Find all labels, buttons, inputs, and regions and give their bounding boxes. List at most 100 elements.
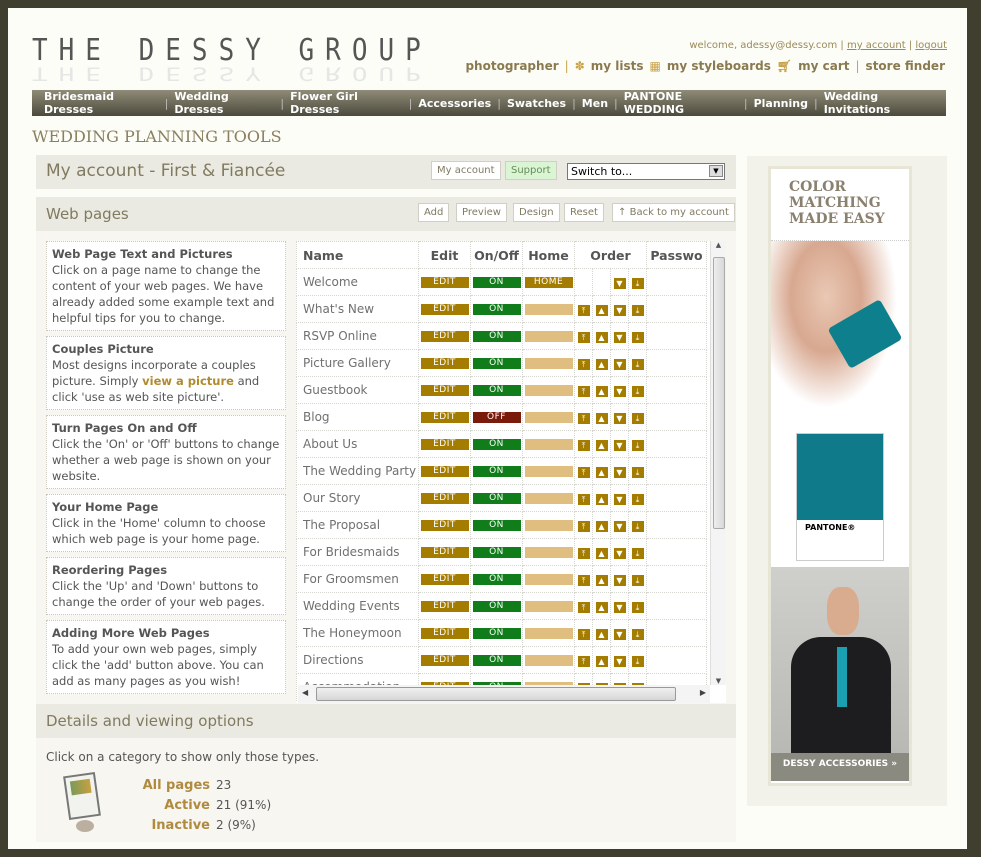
move-bottom-icon[interactable]: ⤓: [631, 413, 644, 424]
move-up-icon[interactable]: ▲: [595, 413, 608, 424]
move-top-icon[interactable]: ⤒: [577, 494, 590, 505]
dessy-accessories-link[interactable]: DESSY ACCESSORIES »: [771, 753, 909, 781]
move-down-icon[interactable]: ▼: [613, 548, 626, 559]
on-toggle[interactable]: ON: [472, 438, 521, 450]
edit-button[interactable]: EDIT: [420, 330, 469, 342]
stat-label-link[interactable]: All pages: [116, 778, 210, 798]
add-button[interactable]: Add: [418, 203, 450, 222]
column-header[interactable]: Passwo: [646, 241, 707, 269]
move-up-icon[interactable]: ▲: [595, 602, 608, 613]
home-button[interactable]: [524, 627, 573, 639]
on-toggle[interactable]: ON: [472, 303, 521, 315]
move-top-icon[interactable]: ⤒: [577, 440, 590, 451]
on-toggle[interactable]: ON: [472, 330, 521, 342]
password-cell[interactable]: [646, 322, 707, 350]
edit-button[interactable]: EDIT: [420, 465, 469, 477]
column-header[interactable]: Name: [296, 241, 419, 269]
page-name-link[interactable]: Welcome: [296, 268, 419, 296]
move-down-icon[interactable]: ▼: [613, 494, 626, 505]
nav-item[interactable]: Swatches: [501, 97, 572, 110]
move-down-icon[interactable]: ▼: [613, 440, 626, 451]
my-account-link[interactable]: my account: [847, 40, 906, 51]
password-cell[interactable]: [646, 376, 707, 404]
password-cell[interactable]: [646, 538, 707, 566]
home-button[interactable]: [524, 411, 573, 423]
nav-item[interactable]: Wedding Dresses: [168, 90, 280, 116]
home-button[interactable]: [524, 357, 573, 369]
move-bottom-icon[interactable]: ⤓: [631, 548, 644, 559]
edit-button[interactable]: EDIT: [420, 600, 469, 612]
move-up-icon[interactable]: ▲: [595, 359, 608, 370]
on-toggle[interactable]: ON: [472, 546, 521, 558]
switch-to-select[interactable]: Switch to... ▼: [567, 163, 725, 180]
move-bottom-icon[interactable]: ⤓: [631, 305, 644, 316]
scroll-thumb[interactable]: [713, 257, 725, 529]
preview-button[interactable]: Preview: [456, 203, 507, 222]
move-top-icon[interactable]: ⤒: [577, 467, 590, 478]
move-bottom-icon[interactable]: ⤓: [631, 440, 644, 451]
stat-label-link[interactable]: Inactive: [116, 818, 210, 838]
design-button[interactable]: Design: [513, 203, 560, 222]
move-up-icon[interactable]: ▲: [595, 656, 608, 667]
home-button[interactable]: HOME: [524, 276, 573, 288]
view-picture-link[interactable]: view a picture: [142, 374, 234, 388]
column-header[interactable]: Order: [574, 241, 647, 269]
move-down-icon[interactable]: ▼: [613, 386, 626, 397]
move-top-icon[interactable]: ⤒: [577, 521, 590, 532]
my-account-button[interactable]: My account: [431, 161, 501, 180]
on-toggle[interactable]: ON: [472, 600, 521, 612]
page-name-link[interactable]: The Proposal: [296, 511, 419, 539]
move-bottom-icon[interactable]: ⤓: [631, 332, 644, 343]
move-up-icon[interactable]: ▲: [595, 575, 608, 586]
move-top-icon[interactable]: ⤒: [577, 305, 590, 316]
nav-item[interactable]: Accessories: [412, 97, 497, 110]
move-top-icon[interactable]: ⤒: [577, 575, 590, 586]
home-button[interactable]: [524, 546, 573, 558]
move-down-icon[interactable]: ▼: [613, 575, 626, 586]
move-top-icon[interactable]: ⤒: [577, 629, 590, 640]
home-button[interactable]: [524, 573, 573, 585]
off-toggle[interactable]: OFF: [472, 411, 521, 423]
on-toggle[interactable]: ON: [472, 384, 521, 396]
nav-item[interactable]: Men: [576, 97, 614, 110]
move-bottom-icon[interactable]: ⤓: [631, 278, 644, 289]
move-top-icon[interactable]: ⤒: [577, 359, 590, 370]
column-header[interactable]: Edit: [418, 241, 471, 269]
move-down-icon[interactable]: ▼: [613, 278, 626, 289]
nav-item[interactable]: Wedding Invitations: [818, 90, 946, 116]
move-down-icon[interactable]: ▼: [613, 413, 626, 424]
move-bottom-icon[interactable]: ⤓: [631, 494, 644, 505]
move-bottom-icon[interactable]: ⤓: [631, 575, 644, 586]
move-top-icon[interactable]: ⤒: [577, 548, 590, 559]
move-up-icon[interactable]: ▲: [595, 494, 608, 505]
password-cell[interactable]: [646, 268, 707, 296]
page-name-link[interactable]: Picture Gallery: [296, 349, 419, 377]
edit-button[interactable]: EDIT: [420, 627, 469, 639]
on-toggle[interactable]: ON: [472, 627, 521, 639]
edit-button[interactable]: EDIT: [420, 411, 469, 423]
move-up-icon[interactable]: ▲: [595, 332, 608, 343]
on-toggle[interactable]: ON: [472, 492, 521, 504]
on-toggle[interactable]: ON: [472, 465, 521, 477]
page-name-link[interactable]: Directions: [296, 646, 419, 674]
home-button[interactable]: [524, 600, 573, 612]
move-up-icon[interactable]: ▲: [595, 305, 608, 316]
edit-button[interactable]: EDIT: [420, 546, 469, 558]
on-toggle[interactable]: ON: [472, 519, 521, 531]
move-up-icon[interactable]: ▲: [595, 548, 608, 559]
edit-button[interactable]: EDIT: [420, 384, 469, 396]
ad-banner[interactable]: COLOR MATCHING MADE EASY PANTONE® DESSY …: [768, 166, 912, 786]
page-name-link[interactable]: The Honeymoon: [296, 619, 419, 647]
nav-item[interactable]: Planning: [748, 97, 814, 110]
page-name-link[interactable]: Blog: [296, 403, 419, 431]
move-down-icon[interactable]: ▼: [613, 602, 626, 613]
page-name-link[interactable]: Guestbook: [296, 376, 419, 404]
my-lists-link[interactable]: my lists: [591, 59, 644, 73]
move-bottom-icon[interactable]: ⤓: [631, 656, 644, 667]
home-button[interactable]: [524, 654, 573, 666]
page-name-link[interactable]: Our Story: [296, 484, 419, 512]
password-cell[interactable]: [646, 484, 707, 512]
password-cell[interactable]: [646, 511, 707, 539]
move-down-icon[interactable]: ▼: [613, 305, 626, 316]
on-toggle[interactable]: ON: [472, 573, 521, 585]
